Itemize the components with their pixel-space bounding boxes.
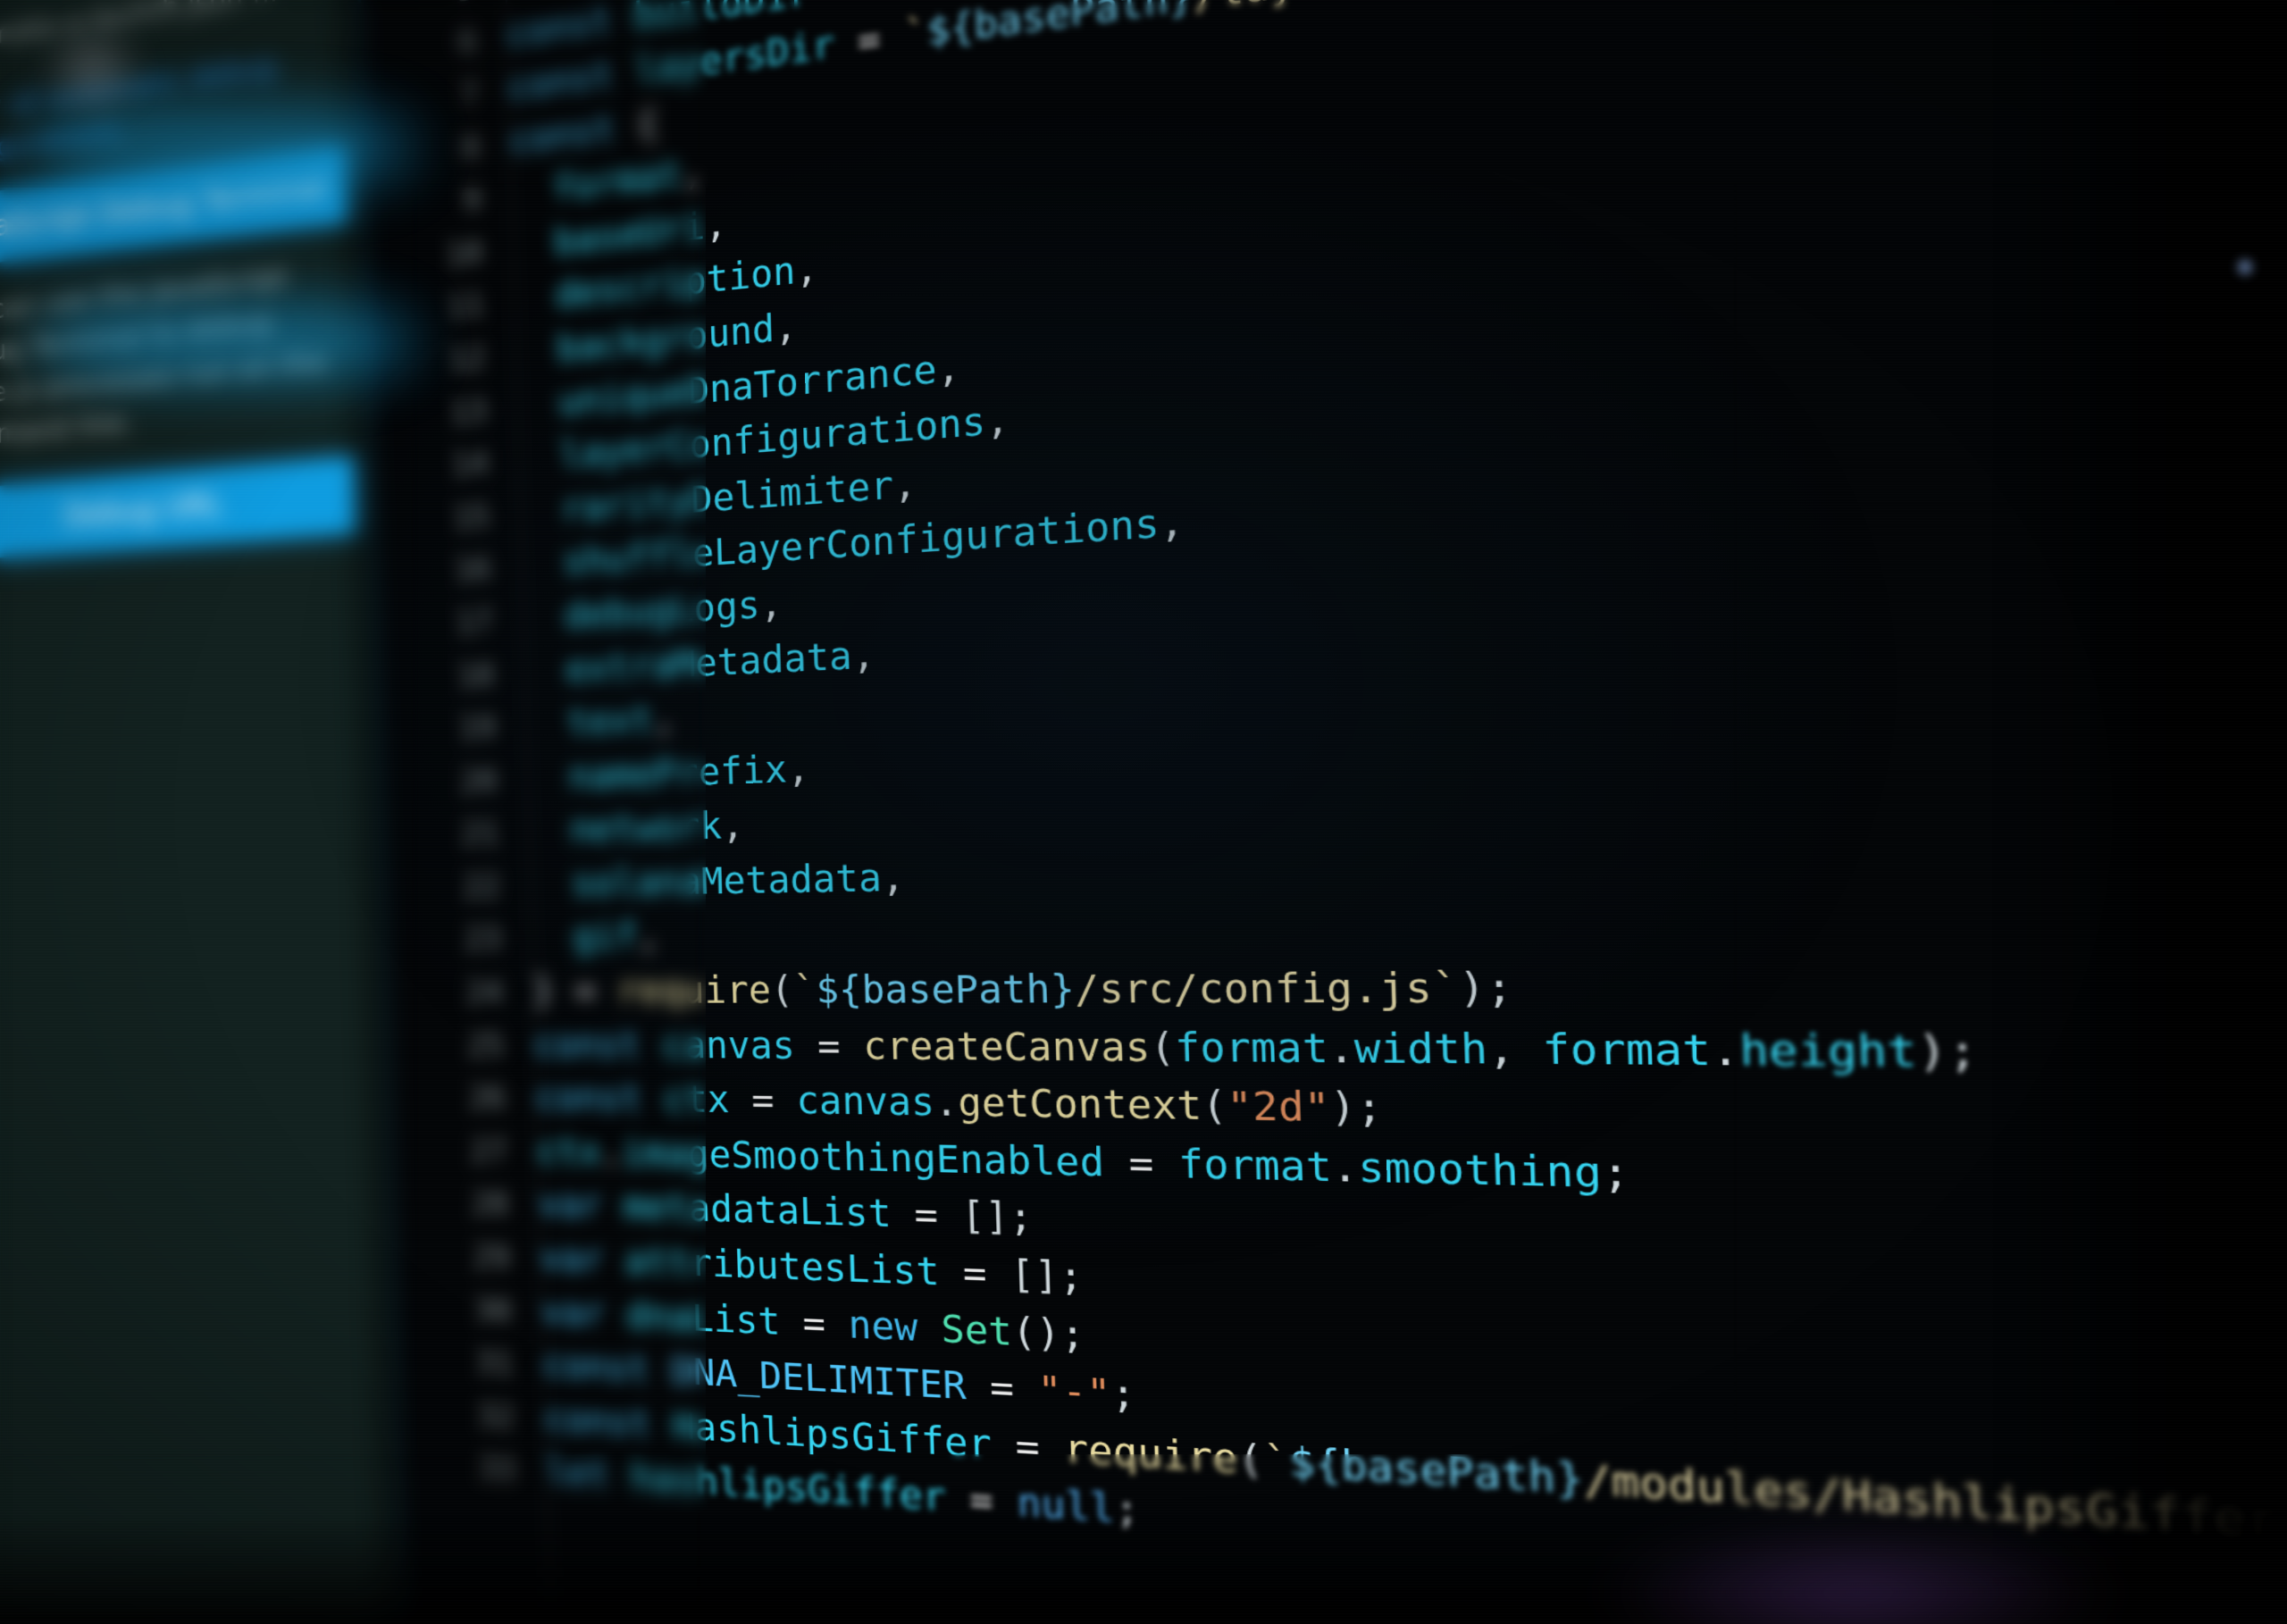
line-number: 33	[478, 1449, 516, 1490]
monitor-photo: and make a launch.json file.Show all aut…	[0, 0, 2287, 1624]
line-number: 24	[465, 973, 504, 1011]
line-number: 23	[464, 920, 502, 958]
line-number: 25	[466, 1026, 505, 1064]
line-number: 31	[475, 1344, 514, 1383]
sidebar-description: You can use the JavaScript Debug Termina…	[0, 261, 328, 456]
line-number: 30	[473, 1290, 513, 1330]
sidebar-content: and make a launch.json file.Show all aut…	[0, 0, 373, 564]
run-and-debug-sidebar[interactable]: and make a launch.json file.Show all aut…	[0, 0, 409, 1624]
line-number: 18	[457, 655, 495, 695]
line-number: 15	[452, 497, 490, 537]
line-number: 20	[459, 761, 498, 800]
line-number: 28	[471, 1185, 509, 1224]
line-number: 17	[455, 602, 494, 642]
line-number: 13	[449, 391, 488, 431]
sidebar-action-button[interactable]: Debug URL	[0, 456, 355, 562]
line-number: 26	[468, 1079, 507, 1118]
line-number: 29	[473, 1237, 511, 1277]
line-number: 19	[457, 708, 497, 748]
vscode-window: and make a launch.json file.Show all aut…	[0, 0, 2287, 1624]
line-number: 22	[462, 867, 501, 906]
line-number: 14	[451, 444, 490, 484]
line-number: 21	[461, 814, 499, 853]
editor-pane[interactable]: 2const { NETWORK } = require(`${basePath…	[356, 0, 2287, 1624]
screen-wrapper: and make a launch.json file.Show all aut…	[0, 0, 2287, 1624]
line-number: 32	[476, 1396, 515, 1436]
line-number: 27	[469, 1132, 508, 1170]
sidebar-action-button[interactable]: JavaScript Debug Terminal	[0, 146, 347, 270]
code-content[interactable]: 2const { NETWORK } = require(`${basePath…	[356, 0, 2287, 1624]
line-number: 16	[454, 549, 492, 590]
